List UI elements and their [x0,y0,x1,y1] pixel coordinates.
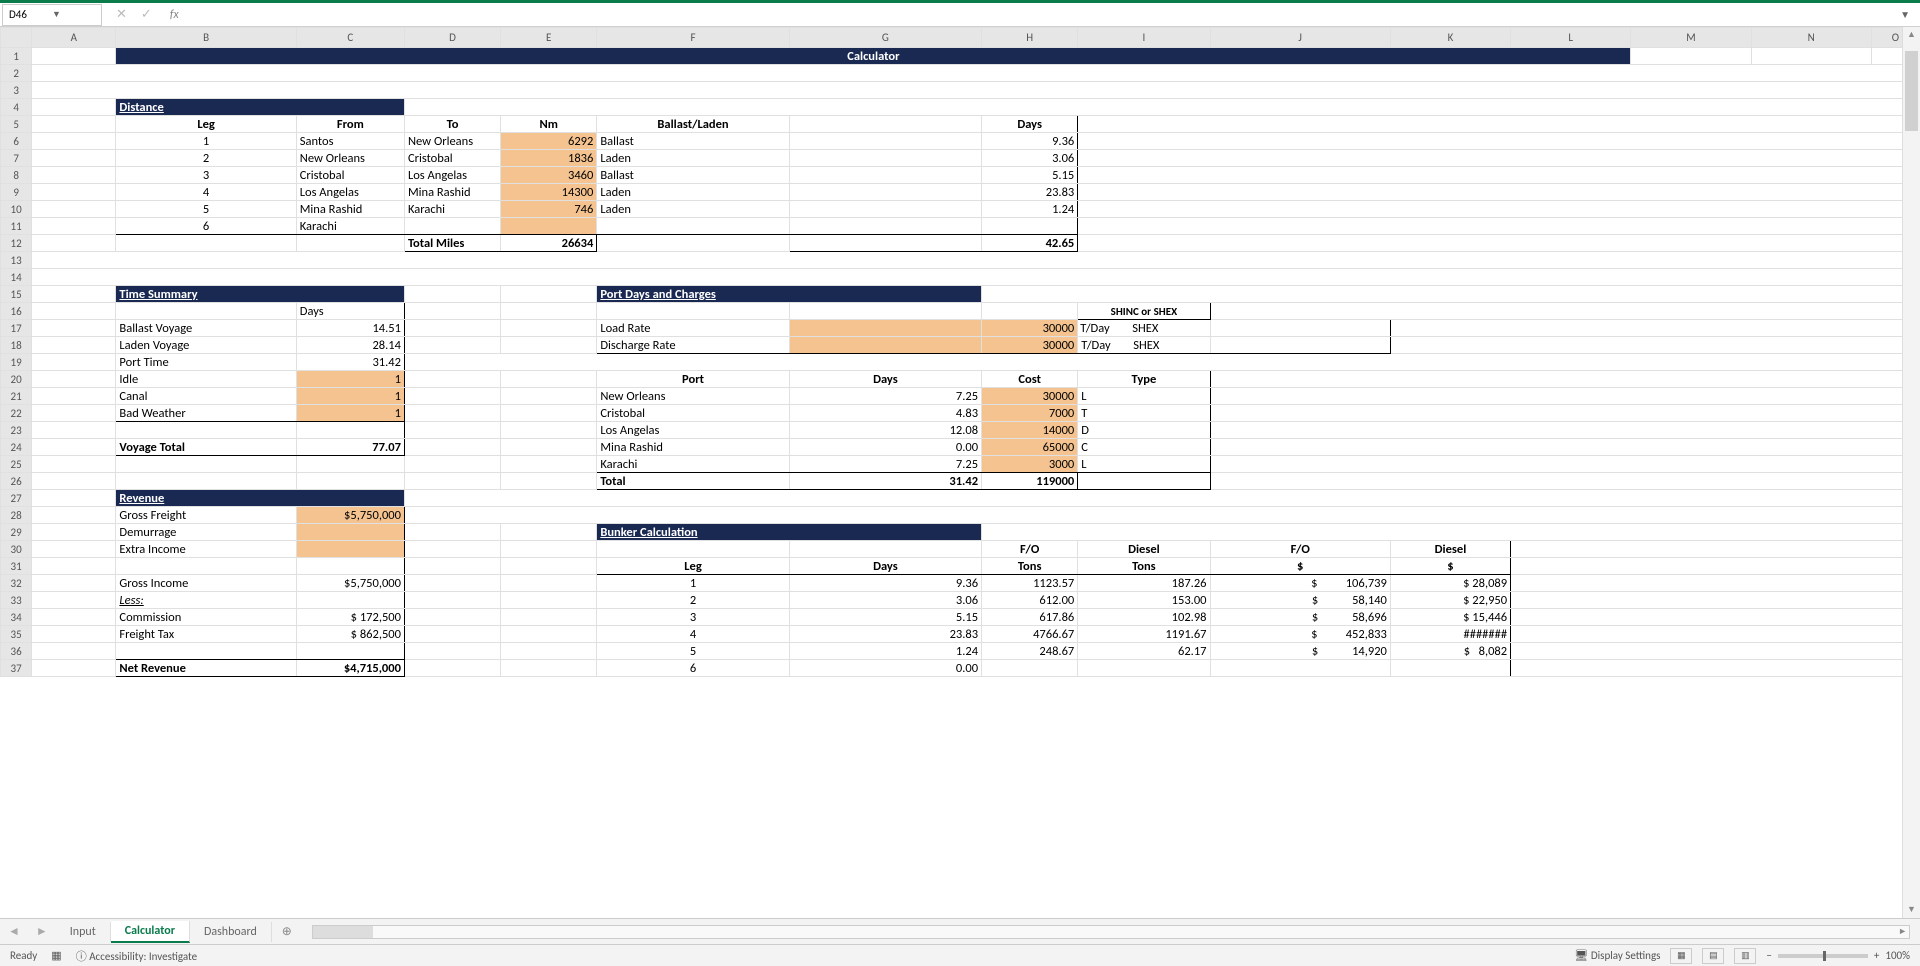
row-header[interactable]: 4 [1,99,32,116]
formula-bar: D46▼ ✕ ✓ fx ▼ [0,3,1920,27]
sheet-tabs: ◄ ► Input Calculator Dashboard ⊕ ◄ ► [0,918,1920,944]
col-header[interactable]: G [789,28,981,48]
col-label: Leg [116,116,296,133]
tab-input[interactable]: Input [56,922,111,942]
accessibility-status[interactable]: ⓘ Accessibility: Investigate [76,948,197,964]
normal-view-icon[interactable]: ▦ [1670,948,1692,964]
scroll-down-icon[interactable]: ▼ [1903,902,1920,918]
col-header[interactable]: F [597,28,789,48]
col-header[interactable]: H [982,28,1078,48]
section-header: Port Days and Charges [597,286,982,303]
page-title: Calculator [116,48,1631,65]
tab-next-icon[interactable]: ► [28,924,56,939]
scroll-thumb[interactable] [1905,51,1918,131]
display-settings[interactable]: 🖥 Display Settings [1574,949,1660,962]
col-header[interactable]: M [1631,28,1751,48]
col-header[interactable]: C [296,28,404,48]
select-all-corner[interactable] [1,28,32,48]
row-header[interactable]: 3 [1,82,32,99]
scroll-up-icon[interactable]: ▲ [1903,27,1920,43]
row-header[interactable]: 1 [1,48,32,65]
col-header[interactable]: O [1871,28,1902,48]
status-ready: Ready [10,949,37,962]
col-header[interactable]: A [32,28,116,48]
zoom-slider[interactable] [1778,954,1868,958]
fx-icon[interactable]: fx [170,8,179,22]
row-header[interactable]: 2 [1,65,32,82]
chevron-down-icon[interactable]: ▼ [1900,8,1920,21]
tab-calculator[interactable]: Calculator [111,921,190,943]
macro-icon[interactable]: ▦ [51,949,61,962]
add-sheet-icon[interactable]: ⊕ [272,924,302,939]
section-header: Revenue [116,490,405,507]
cancel-icon[interactable]: ✕ [116,7,127,22]
col-header[interactable]: N [1751,28,1871,48]
tab-dashboard[interactable]: Dashboard [190,922,272,942]
zoom-level[interactable]: 100% [1885,949,1910,962]
col-header[interactable]: J [1210,28,1390,48]
zoom-in-icon[interactable]: + [1874,949,1879,962]
status-bar: Ready ▦ ⓘ Accessibility: Investigate 🖥 D… [0,944,1920,966]
page-layout-view-icon[interactable]: ▤ [1702,948,1724,964]
col-header[interactable]: I [1078,28,1210,48]
chevron-down-icon[interactable]: ▼ [52,9,95,20]
tab-prev-icon[interactable]: ◄ [0,924,28,939]
enter-icon[interactable]: ✓ [141,7,152,22]
section-header: Time Summary [116,286,405,303]
vertical-scrollbar[interactable]: ▲ ▼ [1902,27,1920,918]
col-header[interactable]: K [1390,28,1510,48]
cell[interactable]: 1 [116,133,296,150]
col-header[interactable]: E [501,28,597,48]
scroll-thumb[interactable] [313,926,373,938]
section-header: Bunker Calculation [597,524,982,541]
col-header[interactable]: B [116,28,296,48]
section-header: Distance [116,99,405,116]
col-header[interactable]: D [404,28,500,48]
name-box[interactable]: D46▼ [2,4,102,26]
horizontal-scrollbar[interactable]: ◄ ► [312,925,1910,939]
page-break-view-icon[interactable]: ▥ [1734,948,1756,964]
zoom-out-icon[interactable]: − [1766,949,1771,962]
row-header[interactable]: 5 [1,116,32,133]
spreadsheet-grid: A B C D E F G H I J K L M N O 1 [0,27,1902,677]
col-header[interactable]: L [1511,28,1631,48]
